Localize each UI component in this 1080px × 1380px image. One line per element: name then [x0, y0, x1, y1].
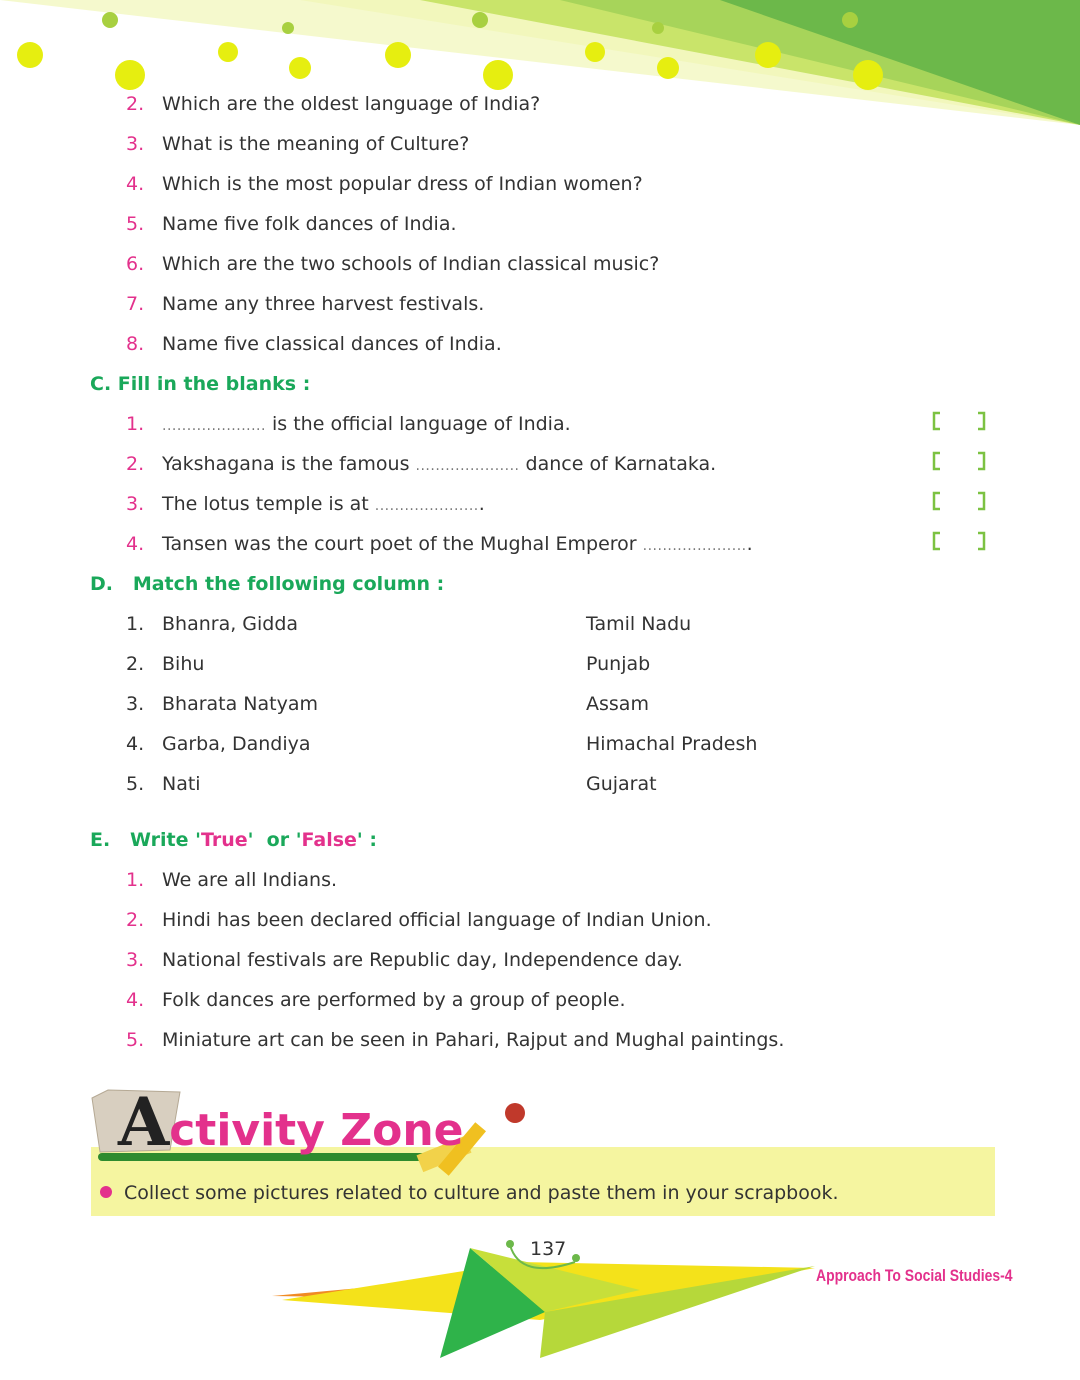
- section-d-heading: D. Match the following column :: [90, 573, 445, 595]
- answer-box[interactable]: [932, 451, 986, 471]
- list-item: 8. Name five classical dances of India.: [126, 333, 502, 355]
- list-item: 4. Folk dances are performed by a group o…: [126, 989, 626, 1011]
- match-left-item: 4. Garba, Dandiya: [126, 733, 311, 755]
- blank-line: .....................: [162, 418, 266, 434]
- fill-blank-item: 2. Yakshagana is the famous .............…: [126, 453, 717, 475]
- blank-line: .....................: [642, 538, 747, 554]
- header-decoration: [0, 0, 1080, 125]
- match-right-item: Himachal Pradesh: [586, 733, 758, 755]
- match-left-item: 3. Bharata Natyam: [126, 693, 319, 715]
- list-item: 7. Name any three harvest festivals.: [126, 293, 485, 315]
- match-left-item: 5. Nati: [126, 773, 201, 795]
- list-item: 2. Hindi has been declared official langu…: [126, 909, 712, 931]
- answer-box[interactable]: [932, 411, 986, 431]
- activity-zone-title: Activity Zone: [118, 1083, 464, 1161]
- book-series-title: Approach To Social Studies-4: [816, 1266, 1013, 1285]
- page-number: 137: [530, 1238, 567, 1260]
- list-item: 3. What is the meaning of Culture?: [126, 133, 470, 155]
- list-item: 6. Which are the two schools of Indian cl…: [126, 253, 660, 275]
- blank-line: .....................: [415, 458, 520, 474]
- match-right-item: Tamil Nadu: [586, 613, 692, 635]
- list-item: 5. Name five folk dances of India.: [126, 213, 457, 235]
- list-item: 2. Which are the oldest language of India…: [126, 93, 541, 115]
- section-e-heading: E. Write 'True' or 'False' :: [90, 829, 377, 851]
- fill-blank-item: 1...................... is the official …: [126, 413, 571, 435]
- list-item: 1. We are all Indians.: [126, 869, 338, 891]
- fill-blank-item: 4. Tansen was the court poet of the Mugha…: [126, 533, 753, 555]
- match-right-item: Assam: [586, 693, 649, 715]
- list-item: 5. Miniature art can be seen in Pahari, R…: [126, 1029, 785, 1051]
- answer-box[interactable]: [932, 491, 986, 511]
- match-right-item: Gujarat: [586, 773, 657, 795]
- answer-box[interactable]: [932, 531, 986, 551]
- list-item: 3. National festivals are Republic day, I…: [126, 949, 683, 971]
- list-item: 4. Which is the most popular dress of Ind…: [126, 173, 643, 195]
- blank-line: .....................: [374, 498, 479, 514]
- bullet-icon: [100, 1186, 112, 1198]
- section-c-heading: C. Fill in the blanks :: [90, 373, 311, 395]
- fill-blank-item: 3. The lotus temple is at ...............…: [126, 493, 485, 515]
- match-left-item: 2. Bihu: [126, 653, 205, 675]
- activity-instruction: Collect some pictures related to culture…: [124, 1182, 839, 1204]
- match-right-item: Punjab: [586, 653, 651, 675]
- match-left-item: 1. Bhanra, Gidda: [126, 613, 299, 635]
